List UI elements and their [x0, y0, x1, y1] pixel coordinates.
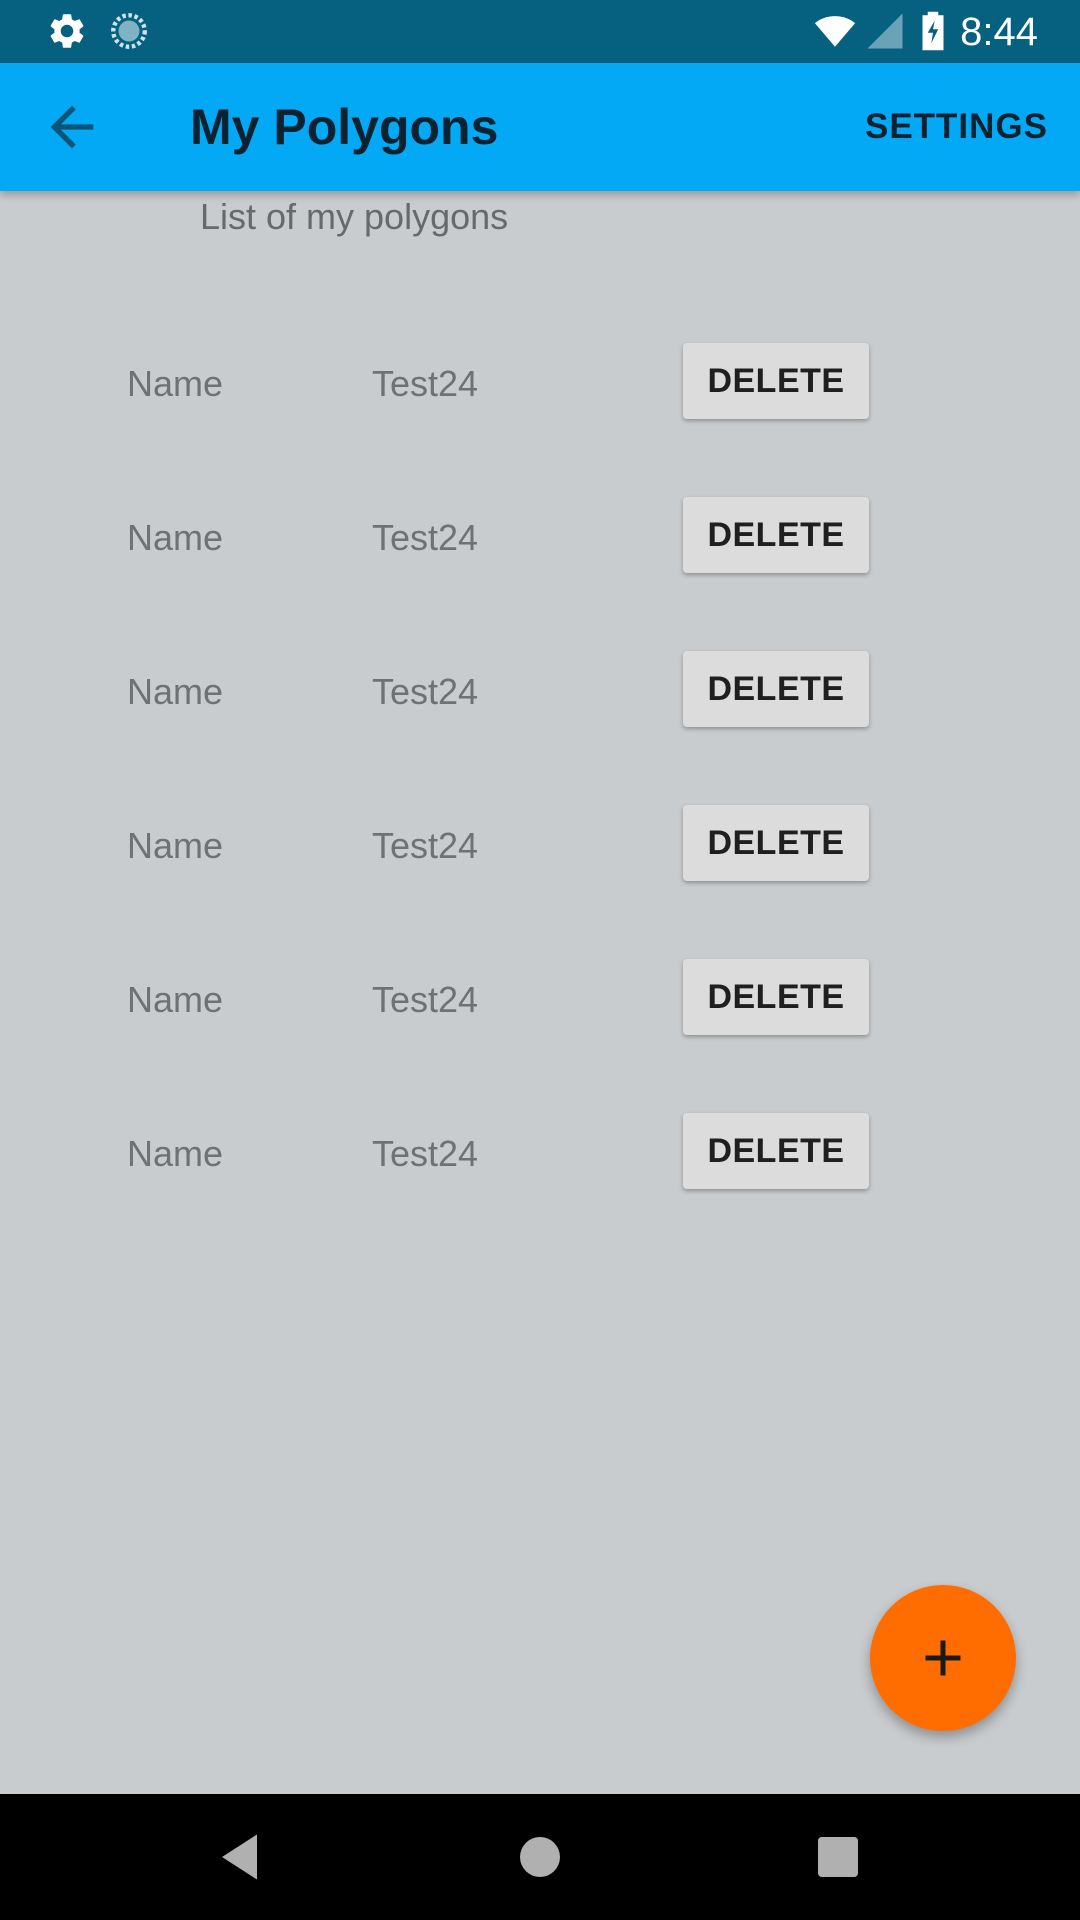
list-item: Name Test24 DELETE [0, 916, 1080, 1070]
name-value: Test24 [372, 517, 479, 558]
name-label: Name [127, 671, 224, 712]
polygon-list: Name Test24 DELETE Name Test24 DELETE Na… [0, 300, 1080, 1224]
name-label: Name [127, 363, 224, 404]
wifi-icon [814, 16, 856, 47]
plus-icon [925, 1640, 961, 1676]
name-value: Test24 [372, 671, 479, 712]
system-nav-bar [0, 1794, 1080, 1920]
arrow-back-icon[interactable] [40, 95, 104, 159]
settings-gear-icon [50, 14, 84, 48]
name-label: Name [127, 825, 224, 866]
cell-signal-icon [867, 13, 903, 49]
page-title: My Polygons [190, 99, 499, 155]
name-label: Name [127, 517, 224, 558]
name-value: Test24 [372, 1133, 479, 1174]
status-time: 8:44 [960, 10, 1038, 54]
delete-button[interactable]: DELETE [683, 805, 869, 881]
list-item: Name Test24 DELETE [0, 300, 1080, 454]
delete-button[interactable]: DELETE [683, 959, 869, 1035]
delete-button[interactable]: DELETE [683, 497, 869, 573]
battery-charging-icon [922, 11, 944, 51]
recents-square-icon[interactable] [808, 1827, 868, 1887]
add-polygon-button[interactable] [870, 1585, 1016, 1731]
list-subtitle: List of my polygons [200, 196, 509, 237]
delete-button[interactable]: DELETE [683, 1113, 869, 1189]
back-triangle-icon[interactable] [212, 1827, 272, 1887]
app-bar: My Polygons SETTINGS [0, 63, 1080, 191]
status-bar: 8:44 [0, 0, 1080, 63]
delete-button[interactable]: DELETE [683, 651, 869, 727]
home-circle-icon[interactable] [510, 1827, 570, 1887]
list-item: Name Test24 DELETE [0, 762, 1080, 916]
list-item: Name Test24 DELETE [0, 454, 1080, 608]
list-item: Name Test24 DELETE [0, 608, 1080, 762]
name-value: Test24 [372, 825, 479, 866]
name-label: Name [127, 1133, 224, 1174]
name-label: Name [127, 979, 224, 1020]
name-value: Test24 [372, 979, 479, 1020]
delete-button[interactable]: DELETE [683, 343, 869, 419]
list-item: Name Test24 DELETE [0, 1070, 1080, 1224]
settings-button[interactable]: SETTINGS [865, 107, 1048, 147]
name-value: Test24 [372, 363, 479, 404]
screen: 8:44 My Polygons SETTINGS List of my pol… [0, 0, 1080, 1920]
sync-progress-icon [111, 13, 147, 49]
